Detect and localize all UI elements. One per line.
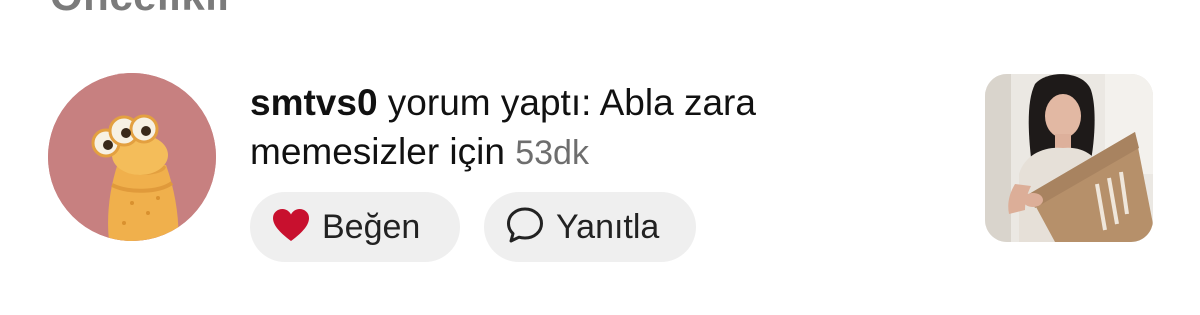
notification-page: Öncelikli smtvs0 yorum yaptı: Abla zara … [0, 0, 1200, 315]
speech-bubble-icon [506, 207, 544, 248]
action-row: Beğen Yanıtla [250, 192, 696, 262]
notification-text[interactable]: smtvs0 yorum yaptı: Abla zara memesizler… [250, 78, 910, 178]
section-header: Öncelikli [50, 0, 230, 20]
heart-icon [272, 208, 310, 247]
avatar[interactable] [48, 73, 216, 241]
avatar-illustration [48, 73, 216, 241]
timestamp: 53dk [515, 134, 589, 172]
post-thumbnail[interactable] [985, 74, 1153, 242]
like-label: Beğen [322, 207, 421, 246]
username-link[interactable]: smtvs0 [250, 82, 378, 123]
like-button[interactable]: Beğen [250, 192, 460, 262]
post-thumbnail-image [985, 74, 1153, 242]
reply-button[interactable]: Yanıtla [484, 192, 696, 262]
reply-label: Yanıtla [556, 207, 660, 246]
